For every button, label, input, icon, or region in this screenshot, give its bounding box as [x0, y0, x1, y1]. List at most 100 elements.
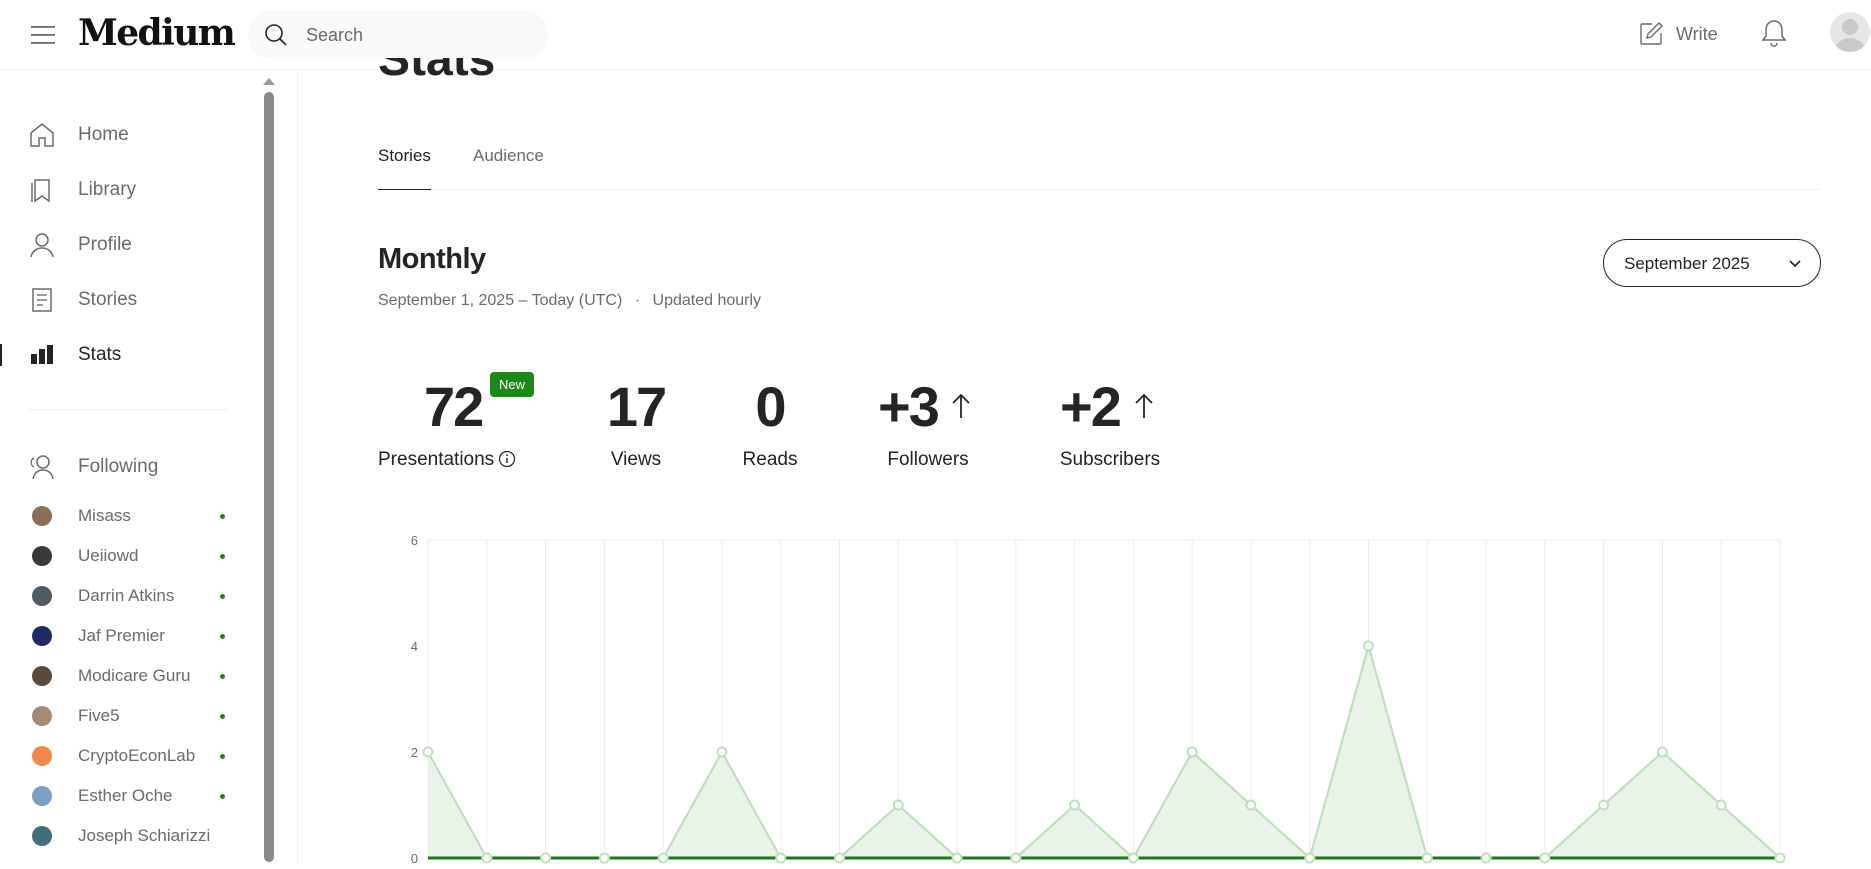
- data-point: [1480, 852, 1492, 864]
- new-post-dot: [220, 634, 225, 639]
- sidebar-item-label: Stories: [78, 289, 138, 310]
- following-item-esther-oche[interactable]: Esther Oche: [0, 780, 250, 812]
- info-icon[interactable]: [498, 450, 516, 468]
- tab-audience[interactable]: Audience: [473, 146, 544, 190]
- bell-icon[interactable]: [1760, 18, 1788, 48]
- update-note: Updated hourly: [652, 292, 762, 309]
- following-name: Joseph Schiarizzi: [78, 826, 211, 845]
- following-label: Following: [78, 456, 159, 477]
- write-icon: [1640, 22, 1663, 45]
- chevron-down-icon: [1789, 260, 1801, 268]
- data-point: [1363, 640, 1375, 652]
- page-title-wrapper: Stats: [370, 58, 570, 88]
- data-point: [598, 852, 610, 864]
- stat-label: Subscribers: [1059, 449, 1161, 470]
- avatar: [32, 546, 52, 566]
- search-bar[interactable]: [248, 10, 548, 59]
- data-point: [1245, 799, 1257, 811]
- following-item-cryptoeconlab[interactable]: CryptoEconLab: [0, 740, 250, 772]
- stat-label: Followers: [887, 449, 969, 470]
- data-point: [716, 746, 728, 758]
- avatar: [32, 626, 52, 646]
- avatar: [32, 706, 52, 726]
- sidebar-item-stories[interactable]: Stories: [0, 280, 250, 320]
- avatar: [32, 786, 52, 806]
- following-name: Five5: [78, 706, 120, 725]
- data-point: [1774, 852, 1786, 864]
- write-label: Write: [1676, 23, 1718, 44]
- following-name: Jaf Premier: [78, 626, 165, 645]
- new-post-dot: [220, 674, 225, 679]
- y-tick-label: 0: [411, 851, 418, 864]
- stat-value: 17: [606, 375, 667, 438]
- medium-logo[interactable]: Medium: [78, 12, 236, 54]
- active-indicator: [0, 344, 2, 366]
- sidebar-item-stats[interactable]: Stats: [0, 335, 250, 375]
- scroll-up-arrow-icon[interactable]: [263, 78, 275, 85]
- data-point: [775, 852, 787, 864]
- data-point: [1656, 746, 1668, 758]
- series-line: [427, 641, 1781, 861]
- following-item-ueiiowd[interactable]: Ueiiowd: [0, 540, 250, 572]
- document-icon: [32, 288, 52, 312]
- sidebar-item-home[interactable]: Home: [0, 115, 250, 155]
- following-icon: [30, 455, 54, 480]
- following-item-joseph-schiarizzi[interactable]: Joseph Schiarizzi: [0, 820, 250, 852]
- search-icon: [265, 24, 287, 46]
- stat-label: Reads: [742, 449, 798, 470]
- series-area: [428, 646, 1780, 858]
- data-point: [951, 852, 963, 864]
- sidebar-item-following[interactable]: Following: [0, 447, 250, 487]
- bookmark-icon: [31, 179, 50, 203]
- avatar: [32, 746, 52, 766]
- sidebar-scrollbar[interactable]: [264, 92, 274, 862]
- data-point: [1598, 799, 1610, 811]
- data-point: [1304, 852, 1316, 864]
- search-input[interactable]: [306, 23, 526, 47]
- data-point: [1127, 852, 1139, 864]
- stat-followers: +3 Followers: [872, 375, 984, 471]
- section-title: Monthly: [378, 243, 486, 275]
- new-post-dot: [220, 594, 225, 599]
- following-name: Modicare Guru: [78, 666, 191, 685]
- sidebar-item-library[interactable]: Library: [0, 170, 250, 210]
- date-range-text: September 1, 2025 – Today (UTC): [378, 292, 623, 309]
- person-icon: [30, 233, 54, 258]
- arrow-up-icon: [1135, 393, 1153, 418]
- stat-label: Views: [610, 449, 662, 470]
- month-select-value: September 2025: [1624, 254, 1750, 273]
- new-post-dot: [220, 514, 225, 519]
- menu-icon[interactable]: [30, 24, 56, 46]
- home-icon: [30, 123, 54, 147]
- following-name: Misass: [78, 506, 131, 525]
- following-item-jaf-premier[interactable]: Jaf Premier: [0, 620, 250, 652]
- user-avatar[interactable]: [1830, 12, 1870, 52]
- following-item-darrin-atkins[interactable]: Darrin Atkins: [0, 580, 250, 612]
- data-point: [1069, 799, 1081, 811]
- stat-label: Presentations: [378, 449, 546, 471]
- user-avatar-icon: [1834, 19, 1866, 52]
- following-item-five5[interactable]: Five5: [0, 700, 250, 732]
- new-post-dot: [220, 714, 225, 719]
- following-item-modicare-guru[interactable]: Modicare Guru: [0, 660, 250, 692]
- new-badge: New: [490, 372, 535, 397]
- data-point: [1186, 746, 1198, 758]
- sidebar-item-profile[interactable]: Profile: [0, 225, 250, 265]
- following-name: Esther Oche: [78, 786, 173, 805]
- y-tick-label: 4: [411, 639, 418, 654]
- sidebar-item-label: Stats: [78, 344, 122, 365]
- tab-stories[interactable]: Stories: [378, 146, 431, 190]
- following-name: Ueiiowd: [78, 546, 139, 565]
- stats-chart-svg: 0 2 4 6: [411, 533, 1786, 866]
- sidebar-divider: [28, 409, 228, 410]
- data-point: [657, 852, 669, 864]
- following-item-misass[interactable]: Misass: [0, 500, 250, 532]
- new-post-dot: [220, 754, 225, 759]
- month-select[interactable]: September 2025: [1603, 239, 1821, 287]
- avatar: [32, 826, 52, 846]
- data-point: [422, 746, 434, 758]
- data-point: [481, 852, 493, 864]
- write-button[interactable]: Write: [1638, 20, 1718, 48]
- data-point: [892, 799, 904, 811]
- data-point: [540, 852, 552, 864]
